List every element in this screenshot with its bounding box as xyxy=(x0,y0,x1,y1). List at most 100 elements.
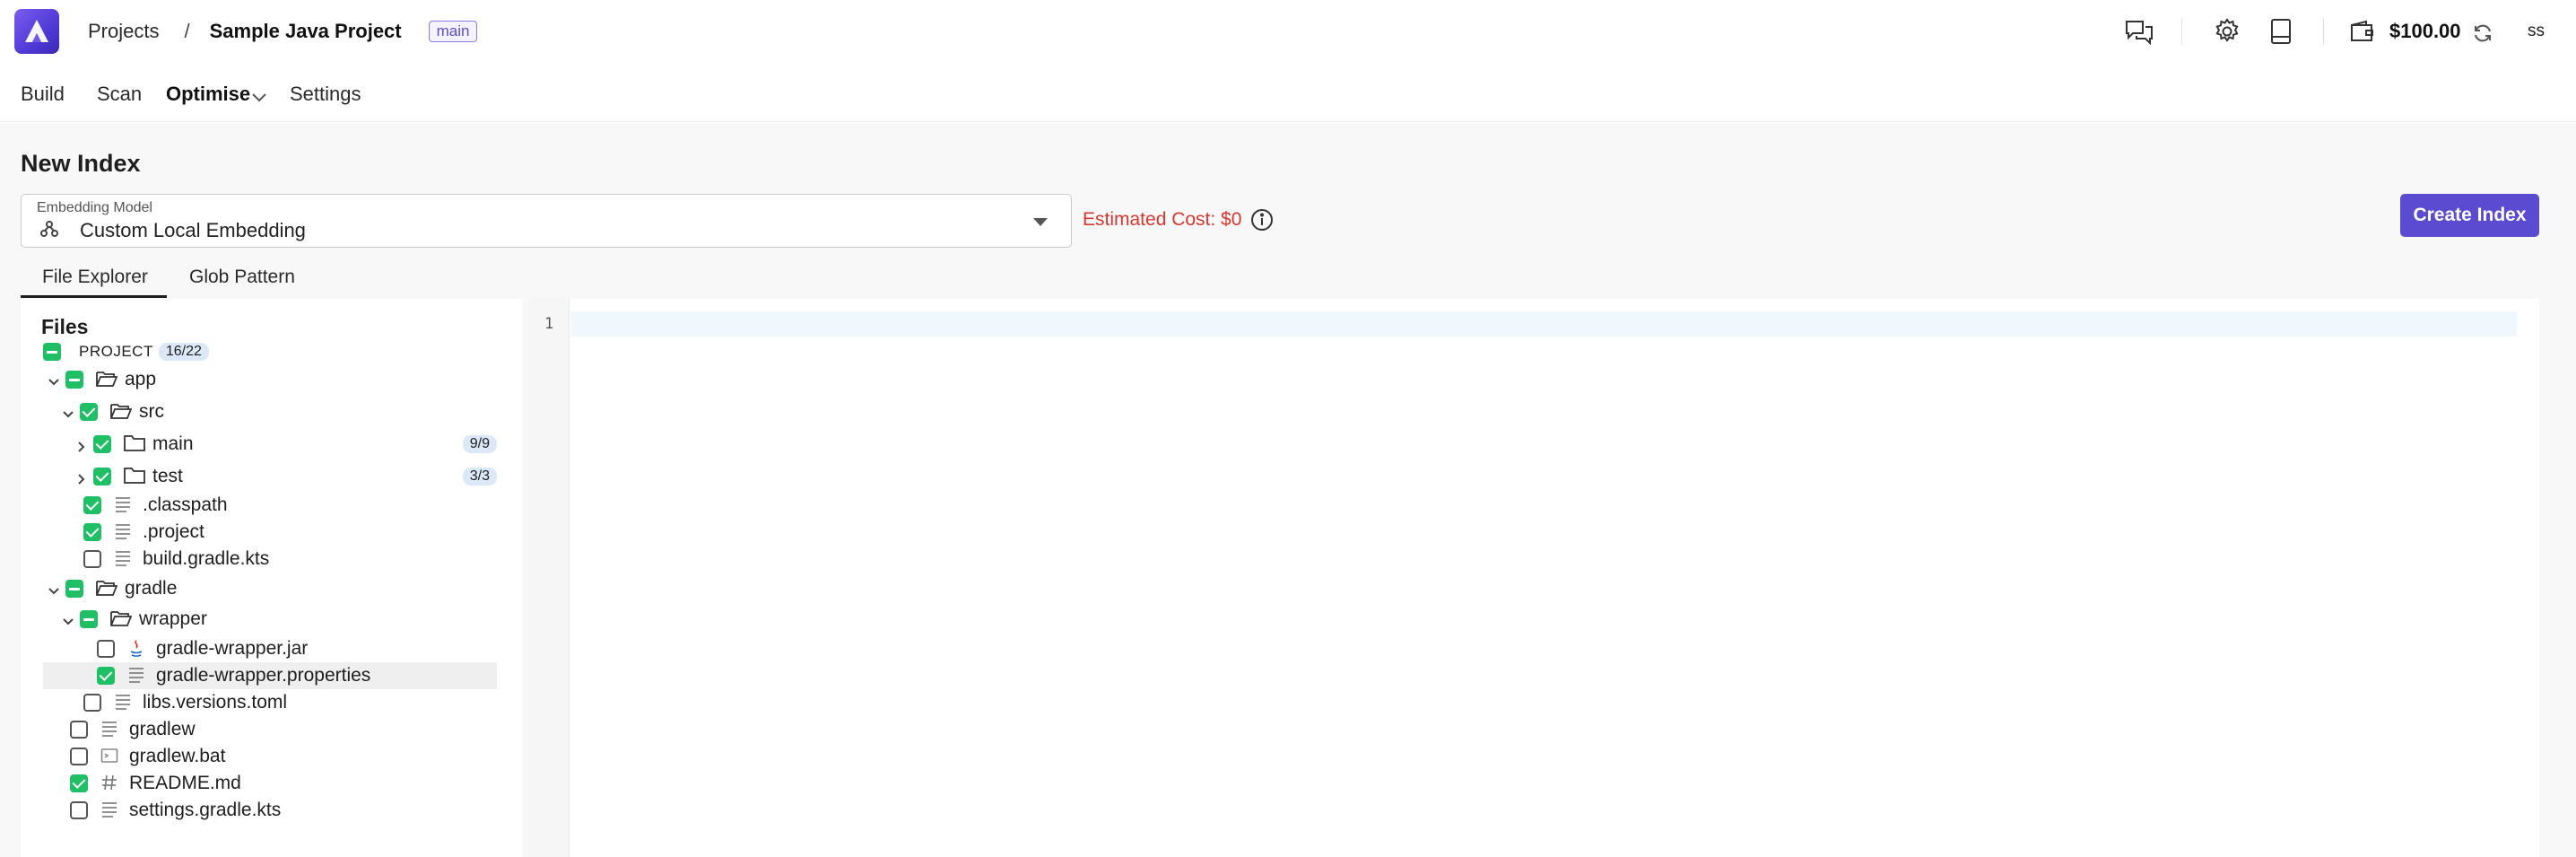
checkbox[interactable] xyxy=(83,550,101,568)
checkbox[interactable] xyxy=(97,667,115,685)
tree-row-project[interactable]: PROJECT 16/22 xyxy=(43,338,499,365)
logo-icon[interactable] xyxy=(14,9,59,54)
checkbox[interactable] xyxy=(83,496,101,514)
book-icon[interactable] xyxy=(2265,15,2297,48)
chat-icon[interactable] xyxy=(2123,15,2155,48)
create-index-button[interactable]: Create Index xyxy=(2400,194,2539,237)
folder-count-badge: 3/3 xyxy=(462,468,497,485)
refresh-icon[interactable] xyxy=(2467,17,2499,49)
wallet-balance: $100.00 xyxy=(2389,20,2461,42)
chevron-down-icon[interactable] xyxy=(1033,218,1048,226)
chevron-down-icon[interactable] xyxy=(48,373,60,386)
checkbox[interactable] xyxy=(70,801,88,819)
tree-label: gradle-wrapper.jar xyxy=(156,638,309,659)
nav-scan[interactable]: Scan xyxy=(97,83,142,106)
tree-row-wrapper-jar[interactable]: gradle-wrapper.jar xyxy=(97,635,497,662)
checkbox[interactable] xyxy=(70,748,88,765)
tree-row-test[interactable]: test 3/3 xyxy=(75,463,497,490)
checkbox[interactable] xyxy=(83,694,101,712)
tree-row-gradlew[interactable]: gradlew xyxy=(70,716,526,743)
chevron-down-icon[interactable] xyxy=(62,613,74,625)
checkbox[interactable] xyxy=(65,580,83,598)
tree-row-src[interactable]: src xyxy=(62,398,518,425)
embedding-model-select[interactable]: Embedding Model Custom Local Embedding xyxy=(21,194,1072,248)
chevron-right-icon[interactable] xyxy=(75,438,88,452)
project-count-badge: 16/22 xyxy=(158,343,209,361)
folder-icon xyxy=(124,434,145,454)
terminal-icon xyxy=(100,747,120,766)
chevron-down-icon[interactable] xyxy=(251,88,267,109)
breadcrumb-projects-link[interactable]: Projects xyxy=(88,20,159,43)
tree-row-wrapper[interactable]: wrapper xyxy=(62,606,518,633)
tree-label: main xyxy=(152,433,194,454)
active-line[interactable] xyxy=(570,311,2517,337)
tree-row-app[interactable]: app xyxy=(48,366,503,393)
file-lines-icon xyxy=(100,720,120,739)
file-lines-icon xyxy=(114,495,134,515)
tree-row-project-file[interactable]: .project xyxy=(83,519,539,546)
checkbox[interactable] xyxy=(70,721,88,739)
checkbox[interactable] xyxy=(93,468,111,485)
checkbox[interactable] xyxy=(70,774,88,792)
tree-row-settings-gradle[interactable]: settings.gradle.kts xyxy=(70,797,526,824)
tree-label: gradlew.bat xyxy=(129,746,226,766)
file-lines-icon xyxy=(127,666,147,686)
tree-row-libs-versions[interactable]: libs.versions.toml xyxy=(83,689,539,716)
model-icon xyxy=(39,219,61,240)
nav-build[interactable]: Build xyxy=(21,83,65,106)
tree-label: app xyxy=(125,369,157,389)
checkbox[interactable] xyxy=(97,640,115,658)
checkbox[interactable] xyxy=(43,343,61,361)
chevron-down-icon[interactable] xyxy=(62,406,74,418)
top-bar: Projects / Sample Java Project main $100… xyxy=(0,0,2576,63)
tree-label: README.md xyxy=(129,773,241,793)
gear-icon[interactable] xyxy=(2211,15,2243,48)
folder-open-icon xyxy=(96,370,118,389)
project-name: Sample Java Project xyxy=(209,20,402,42)
tree-row-build-gradle[interactable]: build.gradle.kts xyxy=(83,546,539,573)
folder-count-badge: 9/9 xyxy=(462,435,497,453)
user-avatar[interactable]: ss xyxy=(2528,22,2545,41)
breadcrumb-separator: / xyxy=(184,20,190,42)
info-icon[interactable] xyxy=(1250,208,1274,232)
folder-open-icon xyxy=(96,579,118,599)
chevron-down-icon[interactable] xyxy=(48,582,60,595)
divider xyxy=(2181,18,2182,45)
nav-optimise[interactable]: Optimise xyxy=(166,83,250,106)
checkbox[interactable] xyxy=(80,610,98,628)
wallet-icon[interactable] xyxy=(2346,15,2379,48)
files-panel: Files PROJECT 16/22 app src main 9/9 tes… xyxy=(21,299,523,857)
file-lines-icon xyxy=(114,693,134,713)
checkbox[interactable] xyxy=(93,435,111,453)
checkbox[interactable] xyxy=(65,371,83,389)
java-icon xyxy=(127,639,147,659)
folder-icon xyxy=(124,467,145,486)
tabs: File Explorer Glob Pattern xyxy=(21,249,2539,299)
tree-row-classpath[interactable]: .classpath xyxy=(83,492,539,519)
estimated-cost: Estimated Cost: $0 xyxy=(1083,209,1242,230)
code-editor[interactable]: 1 xyxy=(528,299,2539,857)
tree-label: test xyxy=(152,466,183,486)
tree-label: wrapper xyxy=(139,608,207,629)
project-label: PROJECT xyxy=(79,343,153,360)
tree-row-gradle[interactable]: gradle xyxy=(48,575,503,602)
checkbox[interactable] xyxy=(83,523,101,541)
active-tab-indicator xyxy=(21,295,167,298)
branch-badge[interactable]: main xyxy=(428,21,478,42)
tab-glob-pattern[interactable]: Glob Pattern xyxy=(189,267,295,288)
chevron-right-icon[interactable] xyxy=(75,470,88,485)
nav-settings[interactable]: Settings xyxy=(290,83,361,106)
tree-row-gradlew-bat[interactable]: gradlew.bat xyxy=(70,743,526,770)
checkbox[interactable] xyxy=(80,403,98,421)
tree-row-readme[interactable]: README.md xyxy=(70,770,526,797)
hash-icon xyxy=(100,774,120,793)
file-lines-icon xyxy=(114,549,134,569)
project-nav: Build Scan Optimise Settings xyxy=(0,63,2576,122)
tab-file-explorer[interactable]: File Explorer xyxy=(42,267,148,288)
tree-row-wrapper-properties[interactable]: gradle-wrapper.properties xyxy=(43,662,497,689)
tree-label: src xyxy=(139,401,164,422)
tree-row-main[interactable]: main 9/9 xyxy=(75,431,497,458)
files-title: Files xyxy=(41,315,89,338)
tree-label: libs.versions.toml xyxy=(143,692,288,713)
tree-label: .project xyxy=(143,521,205,542)
